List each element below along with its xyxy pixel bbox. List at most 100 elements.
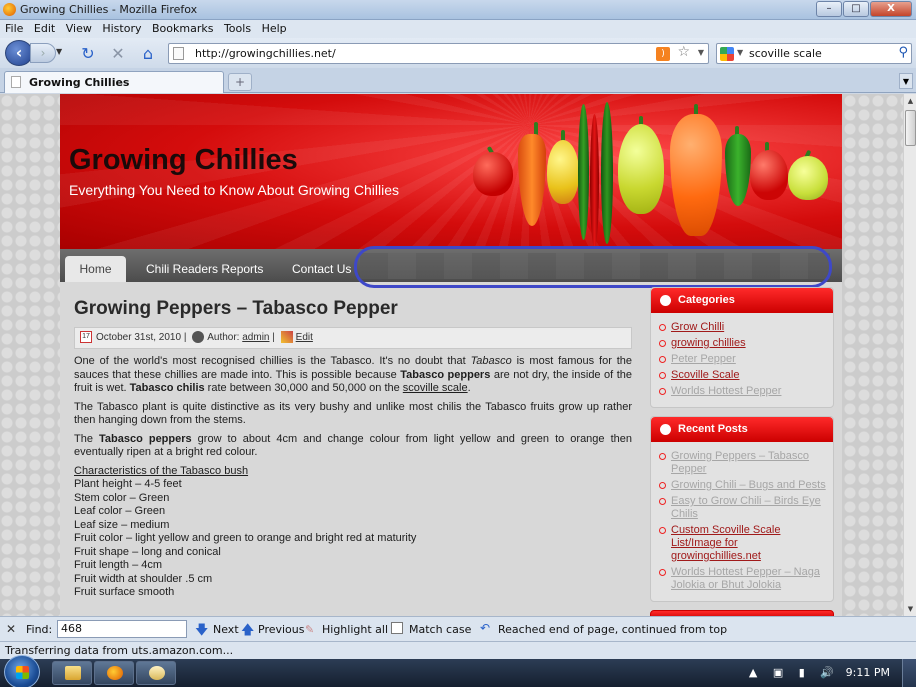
recent-post-link[interactable]: Worlds Hottest Pepper – Naga Jolokia or … (659, 566, 827, 592)
menu-tools[interactable]: Tools (224, 20, 251, 38)
post-meta: 17 October 31st, 2010 | Author: admin | E… (74, 327, 632, 349)
google-icon[interactable] (720, 47, 734, 61)
bookmark-star-icon[interactable]: ☆ (677, 44, 690, 60)
list-item: Fruit shape – long and conical (74, 545, 221, 558)
tab-title: Growing Chillies (29, 76, 130, 89)
url-dropdown-icon[interactable]: ▼ (698, 48, 704, 57)
scoville-scale-link[interactable]: scoville scale (403, 382, 468, 394)
back-button[interactable]: ‹ (5, 40, 33, 66)
tab-growing-chillies[interactable]: Growing Chillies (4, 71, 224, 93)
list-item: Plant height – 4-5 feet (74, 478, 182, 490)
window-controls: – □ X (815, 1, 912, 17)
windows-logo-icon (16, 666, 29, 679)
rss-feed-icon[interactable]: ) (656, 47, 670, 61)
url-text: http://growingchillies.net/ (195, 47, 336, 60)
highlight-all-button[interactable]: Highlight all (322, 623, 388, 636)
recent-posts-title: Recent Posts (678, 423, 748, 435)
search-box[interactable]: ▼ scoville scale ⚲ (716, 43, 912, 64)
list-item: Leaf color – Green (74, 505, 166, 517)
category-link[interactable]: Scoville Scale (659, 369, 827, 382)
recent-post-link[interactable]: Growing Chili – Bugs and Pests (659, 479, 827, 492)
match-case-label[interactable]: Match case (409, 623, 471, 636)
page-icon (173, 47, 184, 60)
site-tagline: Everything You Need to Know About Growin… (69, 182, 399, 198)
categories-widget: Categories Grow Chilli growing chillies … (650, 287, 834, 408)
list-item: Fruit surface smooth (74, 586, 175, 598)
navigation-toolbar: ‹ › ▼ ↻ ✕ ⌂ http://growingchillies.net/ … (0, 38, 916, 68)
category-link[interactable]: Grow Chilli (659, 321, 827, 334)
find-previous-button[interactable]: Previous (258, 623, 305, 636)
site-header: Growing Chillies Everything You Need to … (60, 94, 842, 249)
find-next-arrow-icon[interactable]: 🡇 (195, 621, 208, 643)
taskbar-app[interactable] (136, 661, 176, 685)
category-link[interactable]: Worlds Hottest Pepper (659, 385, 827, 398)
menu-bookmarks[interactable]: Bookmarks (152, 20, 213, 38)
start-button[interactable] (4, 655, 40, 687)
find-previous-arrow-icon[interactable]: 🡅 (241, 621, 254, 643)
minimize-button[interactable]: – (816, 1, 842, 17)
match-case-checkbox[interactable] (391, 622, 403, 634)
menu-view[interactable]: View (66, 20, 92, 38)
home-icon[interactable]: ⌂ (138, 44, 158, 64)
nav-home[interactable]: Home (65, 256, 126, 282)
nav-chili-readers-reports[interactable]: Chili Readers Reports (146, 262, 263, 276)
author-icon (192, 331, 205, 344)
category-link[interactable]: growing chillies (659, 337, 827, 350)
wrap-around-icon: ↶ (480, 621, 491, 635)
new-tab-button[interactable]: + (228, 73, 252, 91)
tab-list-dropdown-icon[interactable]: ▼ (899, 73, 913, 89)
category-link[interactable]: Peter Pepper (659, 353, 827, 366)
history-dropdown-icon[interactable]: ▼ (56, 47, 68, 59)
close-find-bar-icon[interactable]: ✕ (6, 622, 16, 636)
scroll-thumb[interactable] (905, 110, 916, 146)
author-label: Author: (207, 332, 240, 343)
recent-posts-widget: Recent Posts Growing Peppers – Tabasco P… (650, 416, 834, 602)
show-desktop-button[interactable] (902, 659, 916, 687)
menu-file[interactable]: File (5, 20, 23, 38)
bullet-icon (660, 424, 671, 435)
author-link[interactable]: admin (242, 332, 269, 343)
url-bar[interactable]: http://growingchillies.net/ ) ☆ ▼ (168, 43, 709, 64)
find-label: Find: (26, 623, 53, 636)
search-icon[interactable]: ⚲ (898, 45, 908, 60)
edit-link[interactable]: Edit (296, 332, 313, 343)
recent-post-link[interactable]: Easy to Grow Chili – Birds Eye Chilis (659, 495, 827, 521)
find-input[interactable]: 468 (57, 620, 187, 638)
calendar-icon: 17 (80, 331, 92, 344)
forward-button[interactable]: › (30, 43, 56, 63)
app-icon (149, 666, 165, 680)
window-titlebar: Growing Chillies - Mozilla Firefox – □ X (0, 0, 916, 20)
scroll-up-arrow-icon[interactable]: ▲ (904, 94, 916, 108)
search-input[interactable]: scoville scale (749, 47, 822, 60)
categories-title: Categories (678, 294, 735, 306)
post-title[interactable]: Growing Peppers – Tabasco Pepper (74, 298, 632, 320)
taskbar-explorer[interactable] (52, 661, 92, 685)
list-heading: Characteristics of the Tabasco bush (74, 464, 249, 477)
taskbar-firefox[interactable] (94, 661, 134, 685)
menu-help[interactable]: Help (262, 20, 287, 38)
clock: 9:11 PM (845, 666, 890, 679)
maximize-button[interactable]: □ (843, 1, 869, 17)
recent-post-link[interactable]: Growing Peppers – Tabasco Pepper (659, 450, 827, 476)
post-paragraph-2: The Tabasco plant is quite distinctive a… (74, 400, 632, 427)
menu-edit[interactable]: Edit (34, 20, 55, 38)
system-tray-icons[interactable]: ▲ ▣ ▮ 🔊 (749, 666, 840, 679)
windows-taskbar: ▲ ▣ ▮ 🔊 9:11 PM (0, 655, 916, 687)
nav-contact-us[interactable]: Contact Us (292, 262, 351, 276)
find-next-button[interactable]: Next (213, 623, 239, 636)
menu-bar: File Edit View History Bookmarks Tools H… (0, 20, 916, 38)
menu-history[interactable]: History (102, 20, 141, 38)
scroll-down-arrow-icon[interactable]: ▼ (904, 602, 916, 616)
site-title[interactable]: Growing Chillies (69, 144, 298, 177)
reload-icon[interactable]: ↻ (78, 44, 98, 64)
search-engine-dropdown-icon[interactable]: ▼ (737, 48, 743, 57)
list-item: Leaf size – medium (74, 518, 170, 531)
close-button[interactable]: X (870, 1, 912, 17)
stop-icon[interactable]: ✕ (108, 44, 128, 64)
vertical-scrollbar[interactable]: ▲ ▼ (903, 94, 916, 616)
background-pattern-right (843, 94, 903, 616)
recent-post-link[interactable]: Custom Scoville Scale List/Image for gro… (659, 524, 827, 563)
firefox-taskbar-icon (107, 666, 123, 680)
window-title: Growing Chillies - Mozilla Firefox (20, 3, 198, 16)
find-bar: ✕ Find: 468 🡇 Next 🡅 Previous ✎ Highligh… (0, 616, 916, 641)
